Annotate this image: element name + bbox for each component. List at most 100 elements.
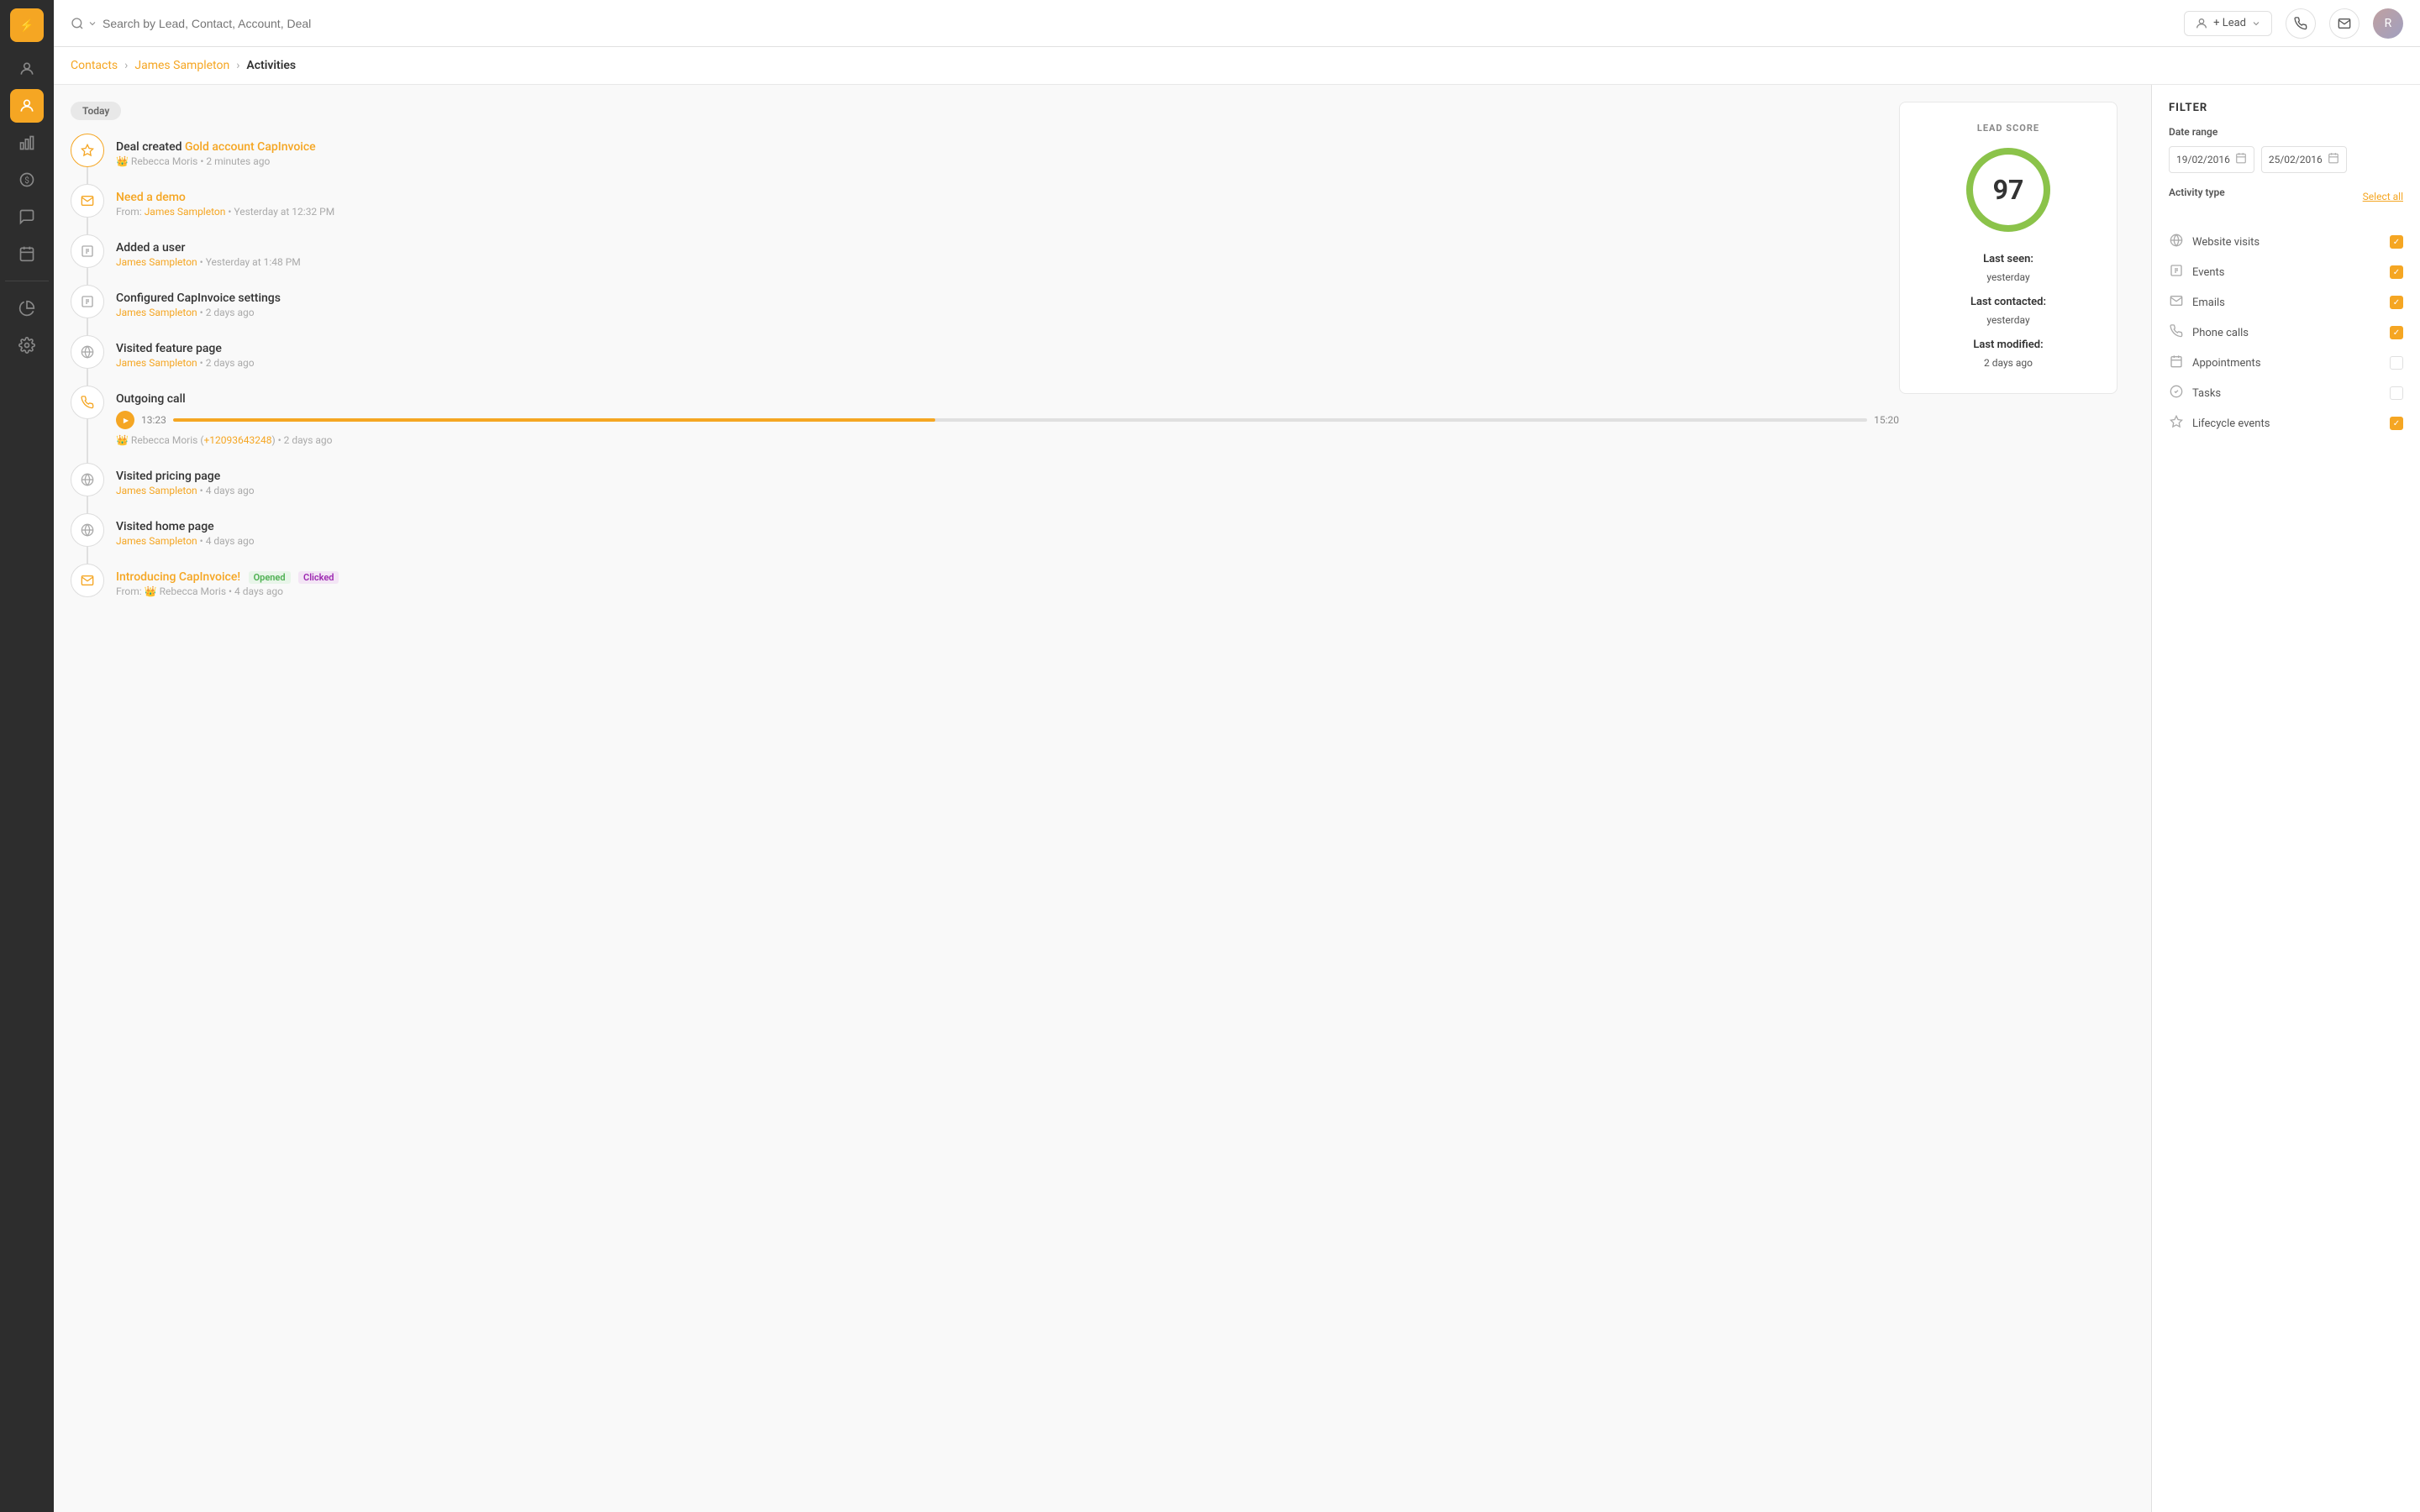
emails-checkbox[interactable]: ✓: [2390, 296, 2403, 309]
tasks-label: Tasks: [2192, 387, 2221, 400]
need-demo-content: Need a demo From: James Sampleton • Yest…: [116, 184, 1899, 218]
deal-created-title: Deal created Gold account CapInvoice: [116, 140, 1899, 154]
intro-email-meta: From: 👑 Rebecca Moris • 4 days ago: [116, 585, 2134, 597]
website-icon-1: [71, 335, 104, 369]
configured-meta: James Sampleton • 2 days ago: [116, 307, 1899, 318]
visited-home-meta: James Sampleton • 4 days ago: [116, 535, 2134, 547]
svg-text:$: $: [24, 175, 29, 186]
events-label: Events: [2192, 266, 2224, 279]
date-from-input[interactable]: 19/02/2016: [2169, 146, 2254, 173]
sidebar-item-messages[interactable]: [10, 200, 44, 234]
clicked-badge: Clicked: [298, 571, 339, 584]
events-icon: [2169, 264, 2184, 281]
call-progress-bar[interactable]: [173, 418, 1867, 422]
sidebar-item-contacts-active[interactable]: [10, 89, 44, 123]
sidebar-item-settings[interactable]: [10, 328, 44, 362]
appointments-checkbox[interactable]: [2390, 356, 2403, 370]
timeline-item: Deal created Gold account CapInvoice 👑 R…: [71, 134, 1899, 167]
sidebar-item-contacts[interactable]: [10, 52, 44, 86]
phone-calls-icon: [2169, 324, 2184, 341]
svg-text:⚡: ⚡: [19, 18, 34, 33]
visited-pricing-content: Visited pricing page James Sampleton • 4…: [116, 463, 2134, 496]
timeline-line: [87, 167, 88, 184]
deal-created-content: Deal created Gold account CapInvoice 👑 R…: [116, 134, 1899, 167]
timeline-item: Need a demo From: James Sampleton • Yest…: [71, 184, 1899, 218]
breadcrumb-contacts[interactable]: Contacts: [71, 59, 118, 72]
activity-type-header: Activity type Select all: [2169, 186, 2403, 207]
opened-badge: Opened: [249, 571, 291, 584]
activities-panel: LEAD SCORE 97 Last seen: yesterday: [54, 85, 2151, 1512]
james-link-3[interactable]: James Sampleton: [116, 307, 197, 318]
header-right: + Lead R: [2184, 8, 2403, 39]
outgoing-call-content: Outgoing call ▶ 13:23 15:20 👑 Rebecca: [116, 386, 1899, 446]
emails-label: Emails: [2192, 297, 2225, 309]
sidebar-item-calendar[interactable]: [10, 237, 44, 270]
james-link-1[interactable]: James Sampleton: [145, 206, 226, 218]
filter-item-emails: Emails ✓: [2152, 287, 2420, 318]
james-link-4[interactable]: James Sampleton: [116, 357, 197, 369]
website-visits-checkbox[interactable]: ✓: [2390, 235, 2403, 249]
date-from-value: 19/02/2016: [2176, 154, 2230, 165]
sidebar-item-reports[interactable]: [10, 291, 44, 325]
date-to-input[interactable]: 25/02/2016: [2261, 146, 2347, 173]
appointments-icon: [2169, 354, 2184, 371]
events-checkbox[interactable]: ✓: [2390, 265, 2403, 279]
tasks-icon: [2169, 385, 2184, 402]
james-link-6[interactable]: James Sampleton: [116, 535, 197, 547]
call-icon: [71, 386, 104, 419]
breadcrumb: Contacts › James Sampleton › Activities: [54, 47, 2420, 85]
filter-item-website-visits: Website visits ✓: [2152, 227, 2420, 257]
play-button[interactable]: ▶: [116, 411, 134, 429]
score-title: LEAD SCORE: [1920, 123, 2096, 134]
breadcrumb-contact-name[interactable]: James Sampleton: [134, 59, 229, 72]
intro-email-link[interactable]: Introducing CapInvoice!: [116, 570, 240, 584]
need-demo-link[interactable]: Need a demo: [116, 191, 186, 204]
website-icon-3: [71, 513, 104, 547]
visited-home-title: Visited home page: [116, 520, 2134, 533]
added-user-meta: James Sampleton • Yesterday at 1:48 PM: [116, 256, 1899, 268]
tasks-checkbox[interactable]: [2390, 386, 2403, 400]
avatar[interactable]: R: [2373, 8, 2403, 39]
timeline-line: [87, 218, 88, 234]
lifecycle-events-checkbox[interactable]: ✓: [2390, 417, 2403, 430]
header: + Lead R: [54, 0, 2420, 47]
james-link-2[interactable]: James Sampleton: [116, 256, 197, 268]
filter-item-left: Lifecycle events: [2169, 415, 2270, 432]
phone-icon-btn[interactable]: [2286, 8, 2316, 39]
phone-link[interactable]: +12093643248: [203, 434, 271, 446]
app-layout: ⚡ $: [0, 0, 2420, 1512]
date-to-value: 25/02/2016: [2269, 154, 2323, 165]
phone-calls-label: Phone calls: [2192, 327, 2249, 339]
call-current-time: 13:23: [141, 414, 166, 426]
search-icon: [71, 17, 97, 30]
select-all-link[interactable]: Select all: [2363, 191, 2403, 202]
phone-calls-checkbox[interactable]: ✓: [2390, 326, 2403, 339]
timeline-line: [87, 547, 88, 564]
email-icon-2: [71, 564, 104, 597]
need-demo-title: Need a demo: [116, 191, 1899, 204]
configured-content: Configured CapInvoice settings James Sam…: [116, 285, 1899, 318]
timeline-item: Visited pricing page James Sampleton • 4…: [71, 463, 2134, 496]
timeline-item: Visited home page James Sampleton • 4 da…: [71, 513, 2134, 547]
james-link-5[interactable]: James Sampleton: [116, 485, 197, 496]
emails-icon: [2169, 294, 2184, 311]
deal-created-link[interactable]: Gold account CapInvoice: [185, 140, 316, 154]
intro-email-content: Introducing CapInvoice! Opened Clicked F…: [116, 564, 2134, 597]
outgoing-call-title: Outgoing call: [116, 392, 1899, 406]
timeline-line: [87, 419, 88, 463]
mail-icon-btn[interactable]: [2329, 8, 2360, 39]
timeline: Deal created Gold account CapInvoice 👑 R…: [71, 134, 2134, 597]
visited-feature-title: Visited feature page: [116, 342, 1899, 355]
filter-item-left: Website visits: [2169, 234, 2260, 250]
filter-item-left: Appointments: [2169, 354, 2261, 371]
sidebar-item-analytics[interactable]: [10, 126, 44, 160]
app-logo[interactable]: ⚡: [10, 8, 44, 42]
filter-panel: FILTER Date range 19/02/2016 25/02/2016: [2151, 85, 2420, 1512]
search-input[interactable]: [103, 17, 355, 30]
search-bar: [71, 17, 491, 30]
sidebar-item-deals[interactable]: $: [10, 163, 44, 197]
lead-button[interactable]: + Lead: [2184, 11, 2272, 36]
filter-item-left: Phone calls: [2169, 324, 2249, 341]
timeline-item: Added a user James Sampleton • Yesterday…: [71, 234, 1899, 268]
deal-created-meta: 👑 Rebecca Moris • 2 minutes ago: [116, 155, 1899, 167]
